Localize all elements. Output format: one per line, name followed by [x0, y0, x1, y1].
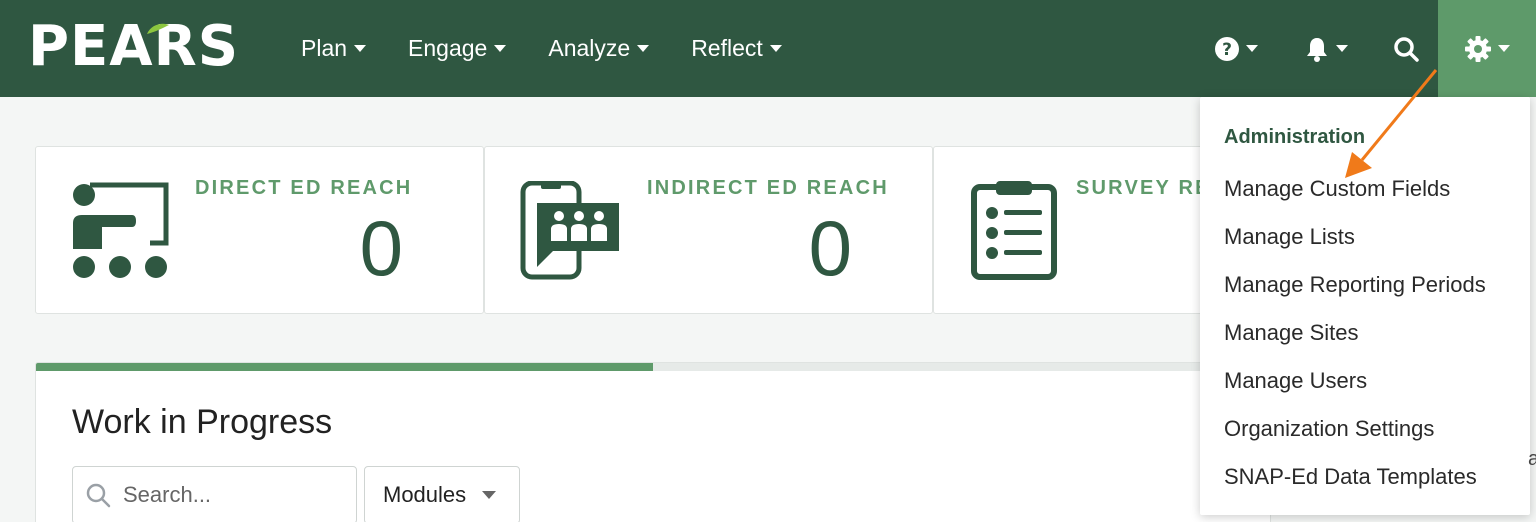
dropdown-list: Manage Custom Fields Manage Lists Manage… — [1200, 169, 1530, 505]
main-menu: Plan Engage Analyze Reflect — [280, 0, 803, 97]
nav-engage-label: Engage — [408, 35, 488, 61]
card-value: 0 — [808, 204, 852, 292]
caret-down-icon — [1497, 45, 1510, 52]
menu-item-manage-reporting-periods[interactable]: Manage Reporting Periods — [1200, 265, 1530, 313]
indirect-ed-reach-card[interactable]: INDIRECT ED REACH 0 — [484, 146, 933, 314]
card-value: 0 — [359, 204, 403, 292]
notifications-button[interactable] — [1282, 0, 1370, 97]
clipboard-list-icon — [971, 181, 1057, 280]
card-label: DIRECT ED REACH — [195, 177, 413, 199]
caret-down-icon — [494, 45, 507, 52]
menu-item-manage-custom-fields[interactable]: Manage Custom Fields — [1200, 169, 1530, 217]
search-icon — [86, 483, 111, 508]
gear-icon — [1464, 35, 1491, 62]
nav-analyze[interactable]: Analyze — [527, 0, 670, 97]
modules-select-label: Modules — [383, 482, 467, 507]
wip-search[interactable] — [72, 466, 357, 522]
menu-item-manage-users[interactable]: Manage Users — [1200, 361, 1530, 409]
card-label: INDIRECT ED REACH — [647, 177, 889, 199]
caret-down-icon — [1245, 45, 1258, 52]
progress-fill — [36, 363, 653, 371]
search-input[interactable] — [123, 482, 343, 508]
caret-down-icon — [354, 45, 367, 52]
pears-logo[interactable]: PEARS — [28, 13, 240, 79]
nav-plan[interactable]: Plan — [280, 0, 387, 97]
search-icon — [1394, 36, 1419, 62]
progress-track — [36, 363, 1270, 371]
direct-ed-reach-card[interactable]: DIRECT ED REACH 0 — [35, 146, 484, 314]
work-in-progress-panel: Work in Progress Modules — [35, 362, 1271, 522]
logo-text: PEARS — [28, 13, 240, 79]
menu-item-manage-lists[interactable]: Manage Lists — [1200, 217, 1530, 265]
help-menu-button[interactable]: ? — [1190, 0, 1282, 97]
caret-down-icon — [1335, 45, 1348, 52]
caret-down-icon — [769, 45, 782, 52]
leaf-icon — [147, 23, 169, 34]
panel-title: Work in Progress — [72, 403, 333, 441]
admin-dropdown-menu: Administration Manage Custom Fields Mana… — [1200, 97, 1530, 515]
global-search-button[interactable] — [1370, 0, 1442, 97]
phone-group-icon — [520, 181, 619, 280]
nav-plan-label: Plan — [301, 35, 348, 61]
nav-reflect[interactable]: Reflect — [670, 0, 803, 97]
help-icon: ? — [1214, 36, 1239, 61]
caret-down-icon — [482, 491, 497, 499]
modules-filter-select[interactable]: Modules — [364, 466, 520, 522]
card-label: SURVEY RE — [1076, 177, 1211, 199]
menu-item-snap-ed-data-templates[interactable]: SNAP-Ed Data Templates — [1200, 457, 1530, 505]
menu-item-organization-settings[interactable]: Organization Settings — [1200, 409, 1530, 457]
nav-reflect-label: Reflect — [691, 35, 763, 61]
nav-engage[interactable]: Engage — [387, 0, 527, 97]
caret-down-icon — [637, 45, 650, 52]
presenter-icon — [73, 182, 169, 278]
dropdown-header: Administration — [1224, 126, 1366, 148]
menu-item-manage-sites[interactable]: Manage Sites — [1200, 313, 1530, 361]
nav-utility-icons: ? — [1190, 0, 1442, 97]
settings-menu-button[interactable] — [1438, 0, 1536, 97]
nav-analyze-label: Analyze — [548, 35, 631, 61]
top-navbar: PEARS Plan Engage Analyze Reflect ? — [0, 0, 1536, 97]
bell-icon — [1306, 37, 1327, 62]
svg-text:?: ? — [1222, 40, 1232, 60]
clipped-edge-text: a — [1528, 448, 1536, 470]
